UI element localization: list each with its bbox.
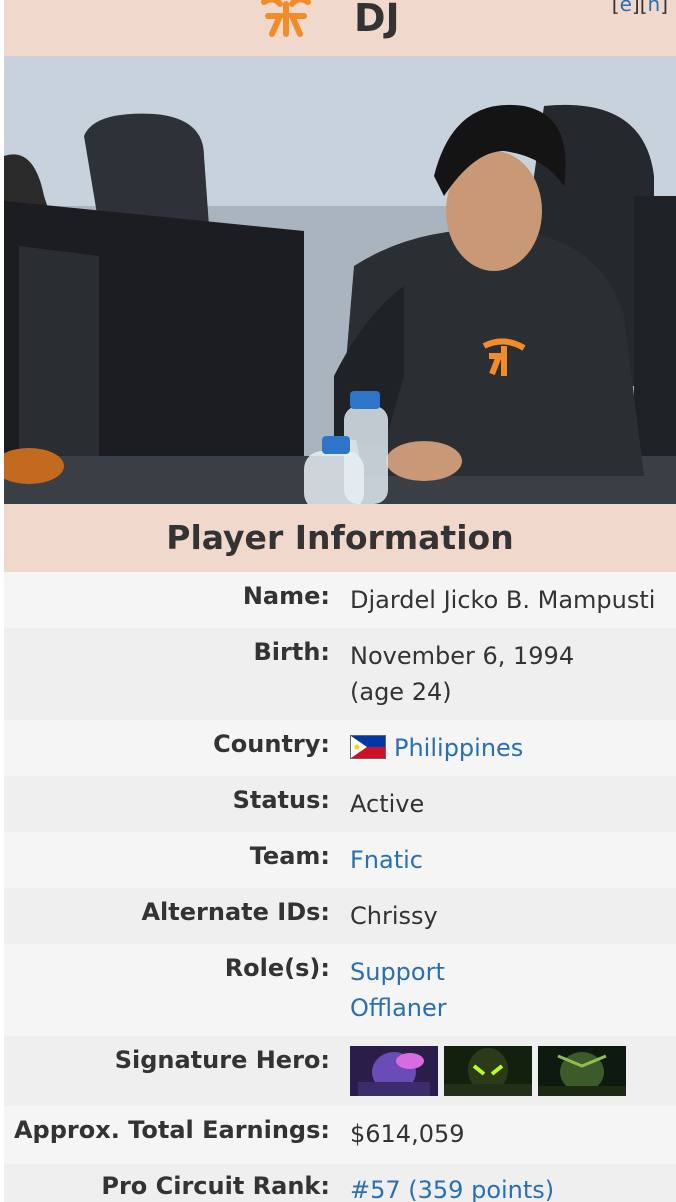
info-value: Djardel Jicko B. Mampusti [350,586,656,614]
info-value-line2: (age 24) [350,678,452,706]
info-label: Approx. Total Earnings: [13,1116,330,1144]
bracket-mid: ][ [631,0,648,16]
page-title: DJ [354,0,400,40]
info-value: Chrissy [350,902,438,930]
hero-icon-3[interactable] [538,1046,626,1096]
info-value: Philippines [350,730,523,766]
role-link-support[interactable]: Support [350,954,445,990]
history-link[interactable]: h [648,0,661,16]
info-row-pro-circuit-rank: Pro Circuit Rank: #57 (359 points) [4,1164,676,1202]
philippines-flag-icon [350,735,386,759]
fnatic-logo-icon [261,0,311,37]
info-label: Birth: [253,638,330,666]
info-value: $614,059 [350,1120,465,1148]
info-row-team: Team: Fnatic [4,832,676,888]
info-row-status: Status: Active [4,776,676,832]
info-label: Status: [232,786,330,814]
info-label: Name: [242,582,330,610]
info-row-name: Name: Djardel Jicko B. Mampusti [4,572,676,628]
section-title: Player Information [4,504,676,572]
player-photo[interactable] [4,56,676,504]
info-row-country: Country: Philippines [4,720,676,776]
role-link-offlaner[interactable]: Offlaner [350,990,447,1026]
info-label: Alternate IDs: [141,898,330,926]
player-photo-illustration [4,56,676,504]
info-row-signature-hero: Signature Hero: [4,1036,676,1106]
team-link[interactable]: Fnatic [350,842,423,878]
player-infobox: DJ [e][h] Player Information Name: Djard… [4,0,676,1202]
country-link[interactable]: Philippines [394,734,523,762]
info-row-birth: Birth: November 6, 1994 (age 24) [4,628,676,720]
info-value: Active [350,790,425,818]
info-value-line1: November 6, 1994 [350,642,575,670]
info-label: Signature Hero: [114,1046,330,1074]
edit-links: [e][h] [612,0,668,16]
info-label: Pro Circuit Rank: [101,1172,330,1200]
info-row-roles: Role(s): Support Offlaner [4,944,676,1036]
info-label: Role(s): [224,954,330,982]
info-label: Country: [213,730,330,758]
bracket-open: [ [611,0,620,16]
bracket-close: ] [660,0,668,16]
edit-link[interactable]: e [620,0,632,16]
info-row-alternate-ids: Alternate IDs: Chrissy [4,888,676,944]
infobox-header: DJ [e][h] [4,0,676,56]
hero-icon-1[interactable] [350,1046,438,1096]
info-label: Team: [249,842,330,870]
hero-icons [350,1046,632,1096]
hero-icon-2[interactable] [444,1046,532,1096]
info-row-earnings: Approx. Total Earnings: $614,059 [4,1106,676,1164]
pro-circuit-link[interactable]: #57 (359 points) [350,1172,554,1202]
